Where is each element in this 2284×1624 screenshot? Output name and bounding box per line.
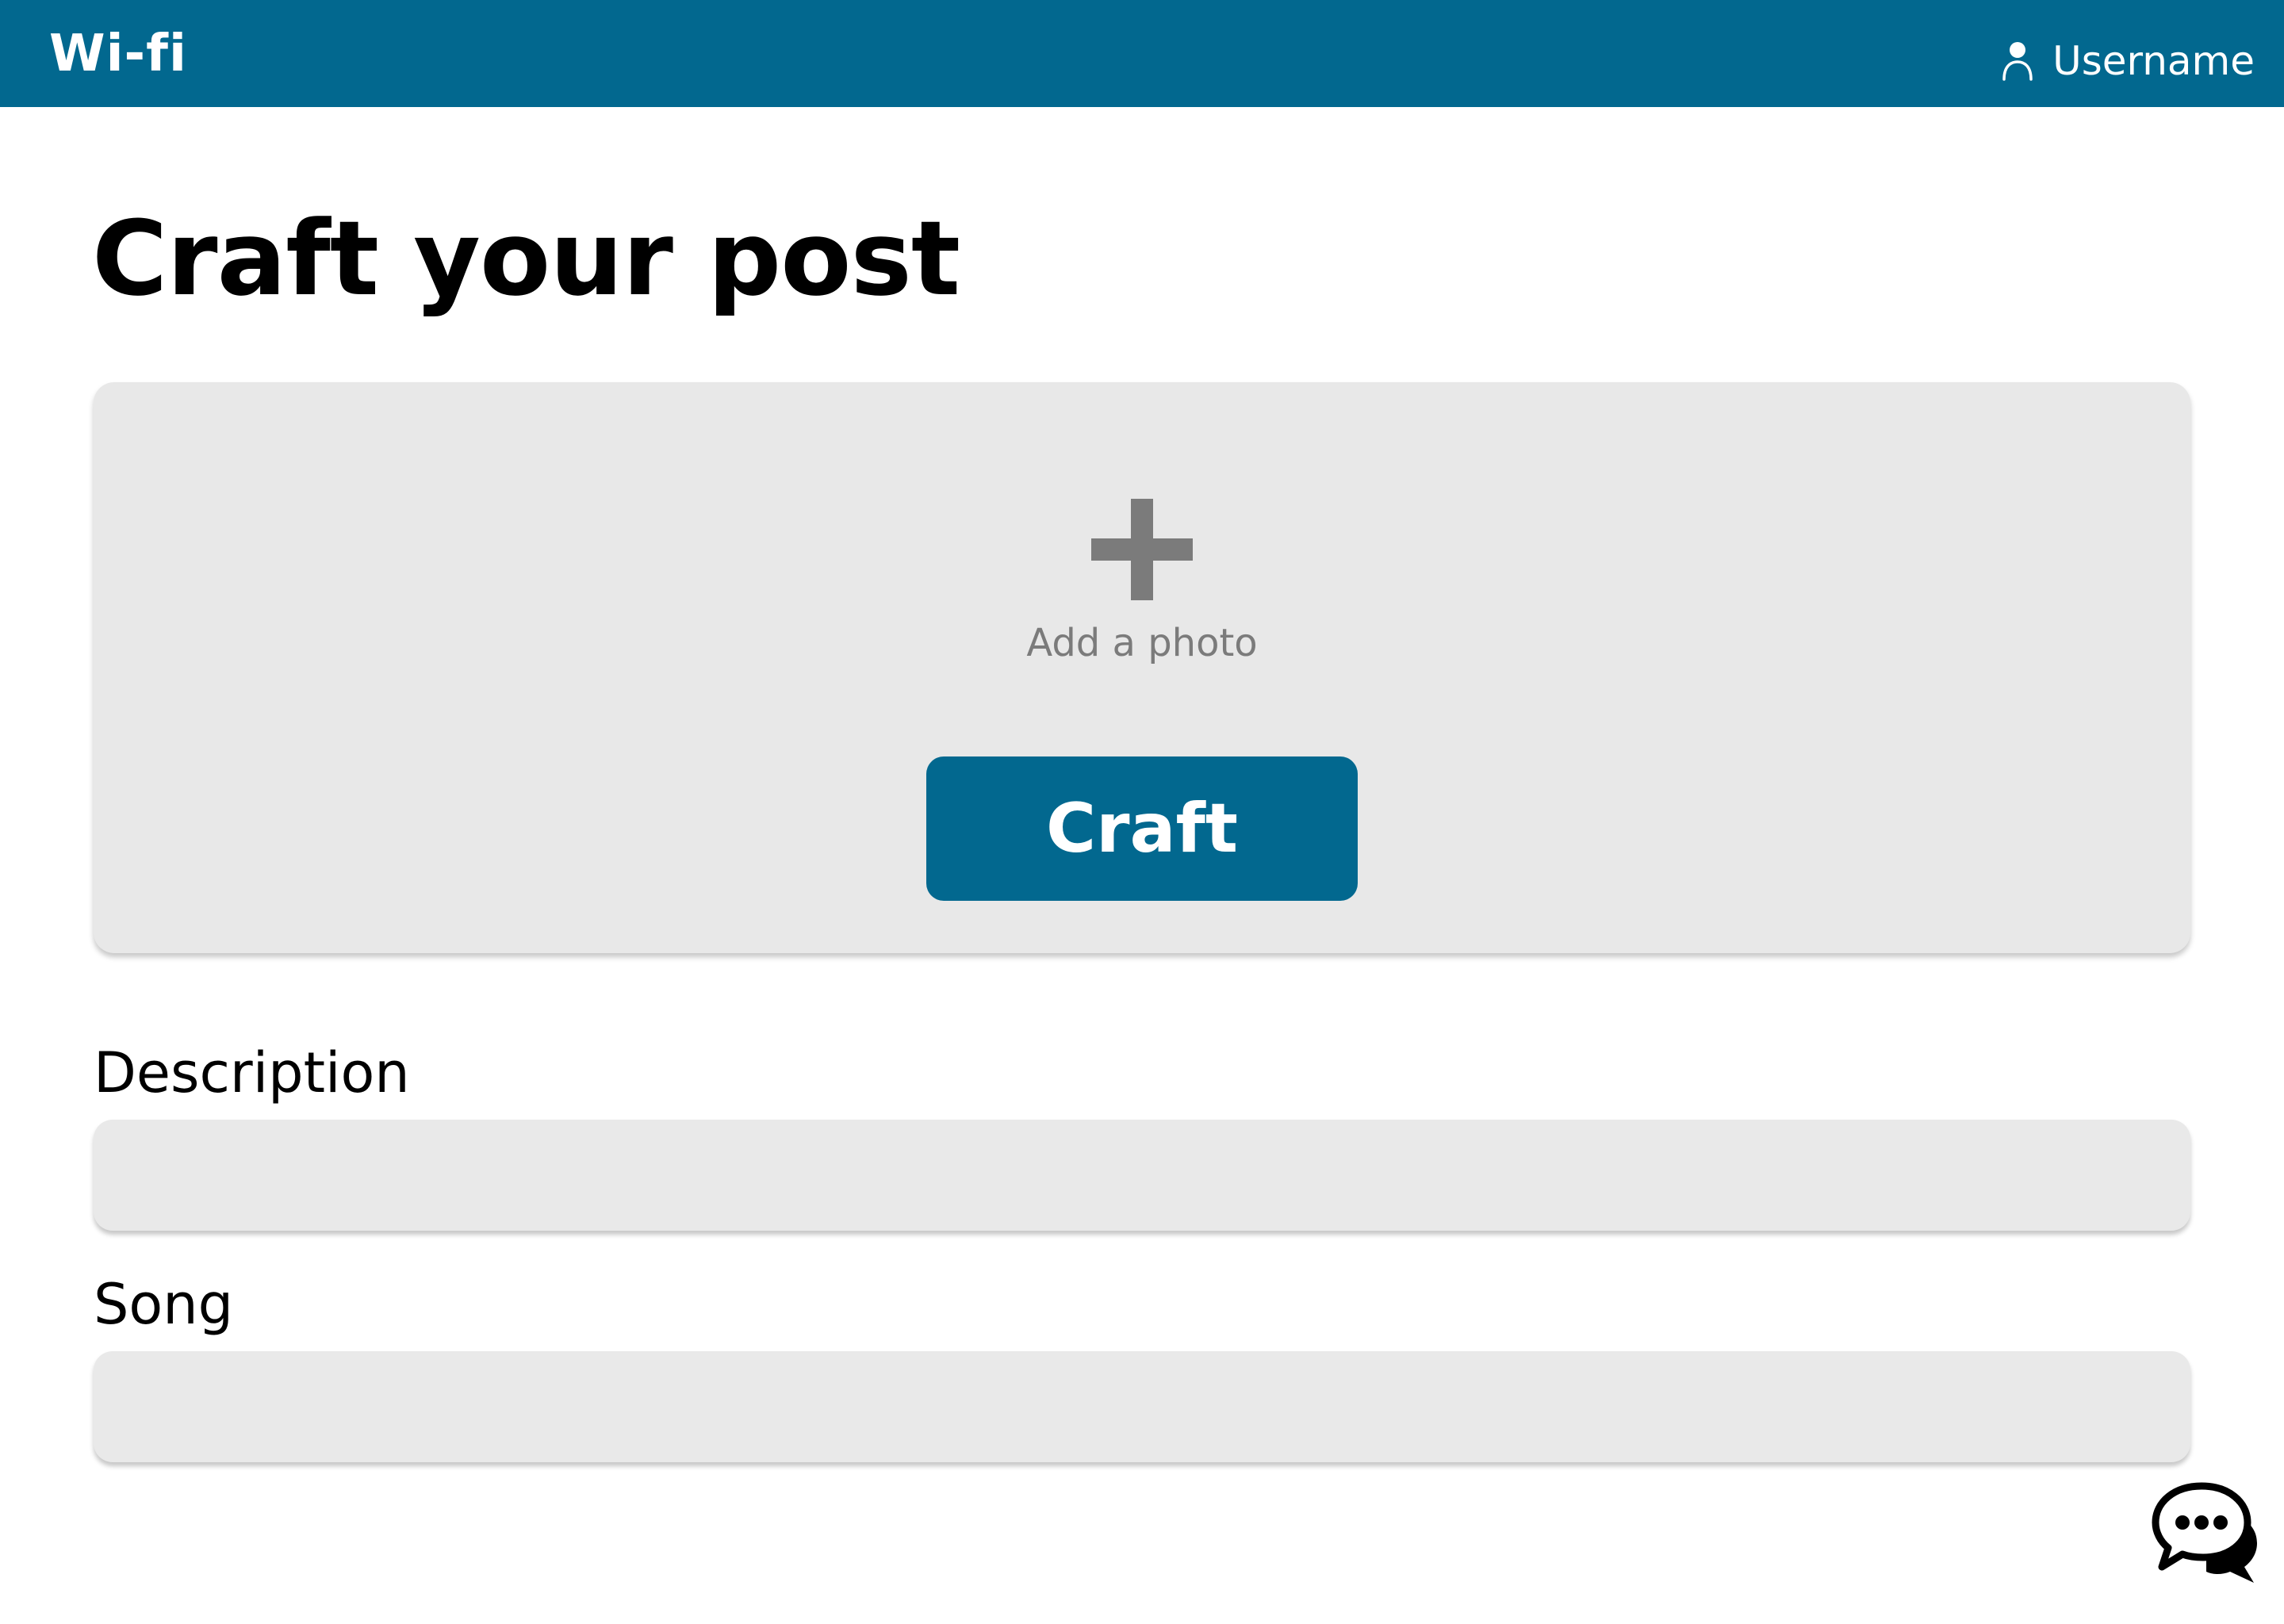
add-photo-button[interactable]: Add a photo: [94, 499, 2190, 662]
user-icon: [2002, 42, 2033, 81]
plus-icon: [1091, 499, 1193, 600]
username-label: Username: [2052, 38, 2255, 84]
chat-button[interactable]: [2151, 1481, 2263, 1586]
craft-button[interactable]: Craft: [926, 756, 1358, 901]
add-photo-label: Add a photo: [1026, 621, 1258, 665]
app-logo[interactable]: Wi-fi: [49, 29, 187, 79]
description-label: Description: [94, 1040, 410, 1105]
chat-bubbles-icon: [2152, 1482, 2257, 1583]
song-input[interactable]: [94, 1351, 2190, 1462]
user-menu[interactable]: Username: [2000, 41, 2255, 81]
photo-upload-panel: Add a photo Craft: [94, 382, 2190, 953]
description-input[interactable]: [94, 1120, 2190, 1231]
page-title: Craft your post: [92, 198, 960, 319]
song-label: Song: [94, 1272, 234, 1337]
top-navigation-bar: Wi-fi Username: [0, 0, 2284, 107]
